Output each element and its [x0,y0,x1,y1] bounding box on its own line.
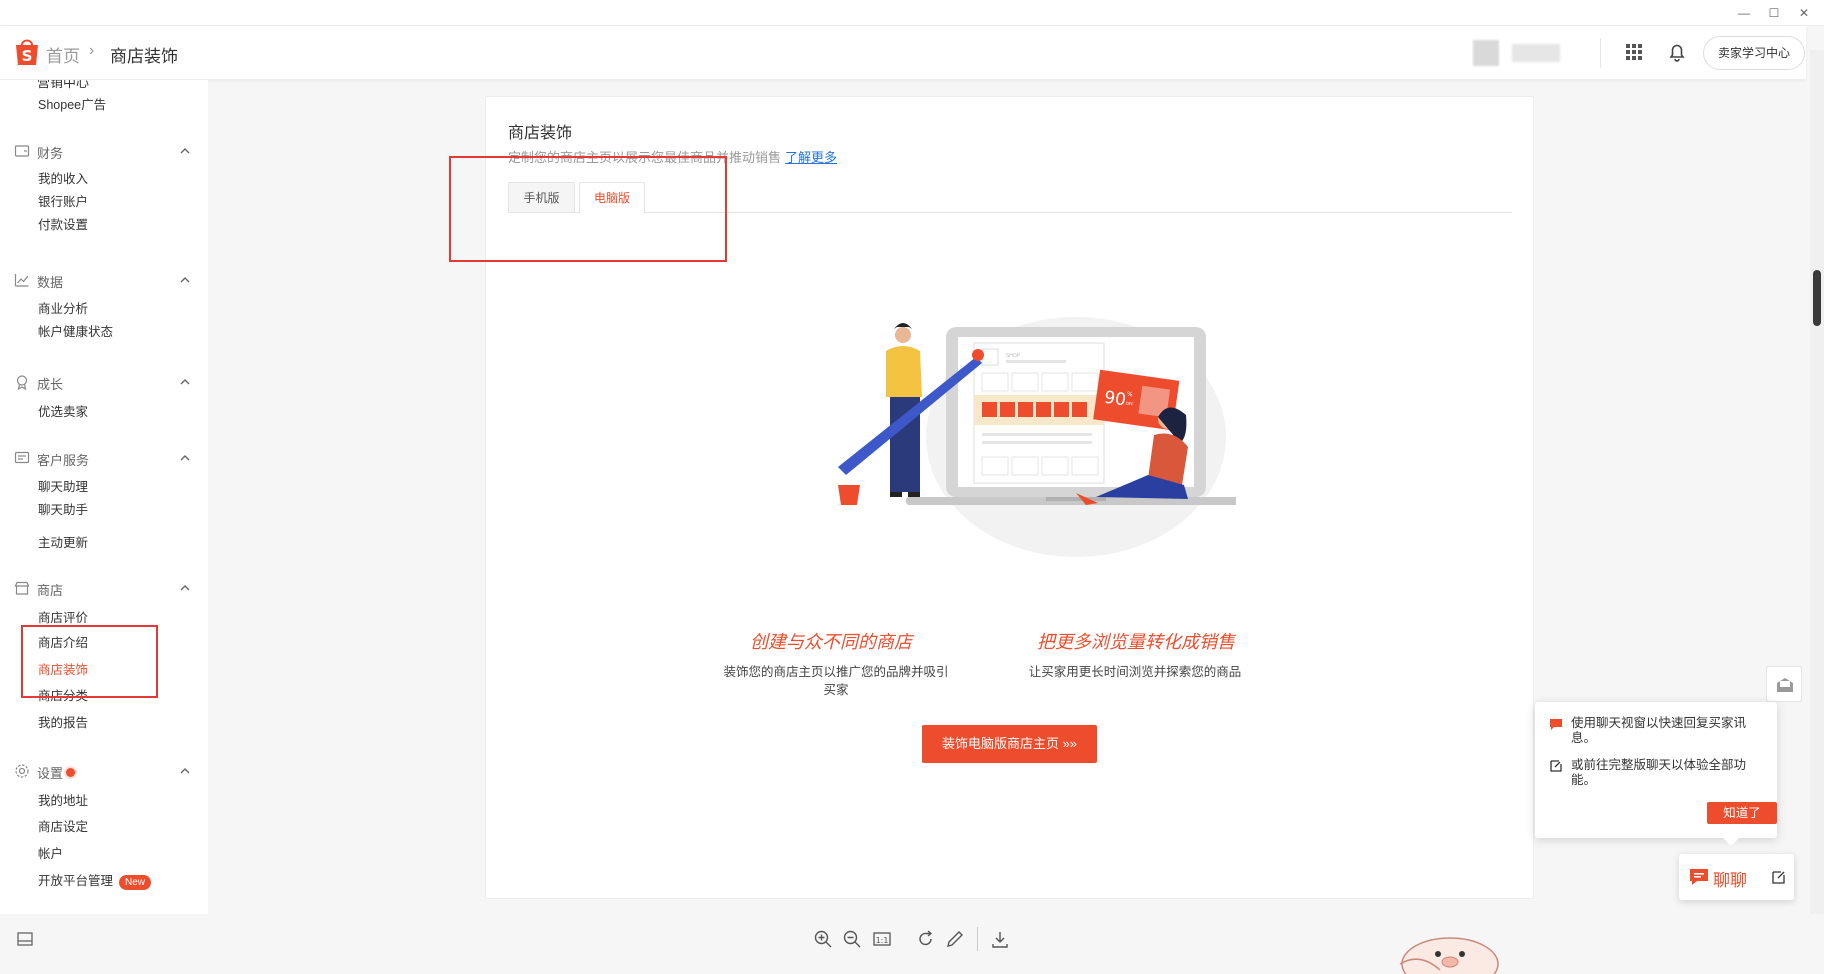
illustration-discount-value: 90 [1103,388,1127,411]
avatar[interactable] [1473,40,1499,66]
username-blurred[interactable] [1512,44,1560,62]
sidebar: 营销中心 Shopee广告 财务 我的收入 银行账户 付款设置 数据 商业分析 … [0,80,208,914]
expand-chat-icon[interactable] [1771,869,1787,885]
sidebar-item-business-insights[interactable]: 商业分析 [38,298,88,317]
growth-icon [16,375,28,390]
maximize-icon[interactable]: ☐ [1760,3,1788,23]
sidebar-group-label: 客户服务 [37,453,90,468]
chart-icon [14,274,29,287]
settings-icon [15,764,29,778]
chevron-up-icon[interactable] [178,273,192,287]
sidebar-item-chat-helper[interactable]: 聊天助手 [38,499,88,518]
sidebar-group-label: 设置 [37,763,76,782]
page-scrollbar[interactable] [1810,50,1824,914]
zoom-out-icon[interactable] [842,929,862,949]
feature-desc-unique: 装饰您的商店主页以推广您的品牌并吸引 买家 [723,665,949,697]
chevron-up-icon[interactable] [178,581,192,595]
external-window-icon [1550,760,1562,772]
breadcrumb-home[interactable]: 首页 [46,42,80,67]
sidebar-item-open-platform[interactable]: 开放平台管理 New [38,870,152,890]
breadcrumb-separator: › [89,42,95,59]
panel-toggle-icon[interactable] [16,930,34,948]
sidebar-item-my-address[interactable]: 我的地址 [38,790,88,809]
sidebar-item-account-health[interactable]: 帐户健康状态 [38,321,113,340]
svg-text:1:1: 1:1 [876,936,889,945]
top-header: S 首页 › 商店装饰 卖家学习中心 [0,26,1806,80]
chat-icon [1690,869,1708,885]
feature-title-convert: 把更多浏览量转化成销售 [1037,632,1235,652]
chevron-up-icon[interactable] [178,764,192,778]
rotate-icon[interactable] [916,929,936,949]
scrollbar-thumb[interactable] [1813,270,1821,326]
sidebar-group-label: 财务 [37,146,64,161]
tooltip-arrow [1723,838,1739,846]
annotation-box-tabs [449,156,727,262]
download-icon[interactable] [990,929,1010,949]
shopee-logo-icon[interactable]: S [14,36,40,66]
feature-desc-convert: 让买家用更长时间浏览并探索您的商品 [1028,665,1242,679]
svg-text:S: S [22,47,33,65]
finance-icon [14,145,30,157]
close-icon[interactable]: ✕ [1790,3,1818,23]
sidebar-item-proactive-update[interactable]: 主动更新 [38,532,88,551]
illustration-shop-label: SHOP [1006,353,1020,359]
page-title: 商店装饰 [508,125,573,142]
breadcrumb-current: 商店装饰 [110,47,178,66]
sidebar-item-payment-settings[interactable]: 付款设置 [38,214,88,233]
seller-learning-center-button[interactable]: 卖家学习中心 [1703,36,1805,70]
sidebar-item-cut[interactable]: 营销中心 [37,80,89,91]
edit-pen-icon[interactable] [945,929,965,949]
sidebar-item-shop-settings[interactable]: 商店设定 [38,816,88,835]
sidebar-item-preferred-seller[interactable]: 优选卖家 [38,401,88,420]
chevron-up-icon[interactable] [178,451,192,465]
sidebar-item-shop-rating[interactable]: 商店评价 [38,607,88,626]
shop-icon [14,581,30,595]
actual-size-icon[interactable]: 1:1 [872,929,892,949]
chat-tip-popup: 使用聊天视窗以快速回复买家讯息。 或前往完整版聊天以体验全部功能。 知道了 [1535,702,1777,846]
sidebar-item-my-income[interactable]: 我的收入 [38,168,88,187]
sidebar-group-label: 数据 [37,275,64,290]
shop-decoration-illustration: SHOP 90 % OFF [838,317,1236,557]
chevron-up-icon[interactable] [178,375,192,389]
service-icon [14,451,30,464]
chevron-up-icon[interactable] [178,144,192,158]
learn-more-link[interactable]: 了解更多 [785,150,837,165]
header-divider [1600,38,1601,68]
annotation-box-sidebar [21,625,158,698]
mascot-sticker [1399,937,1499,974]
chat-button[interactable]: 聊聊 [1679,854,1794,900]
sidebar-item-bank-account[interactable]: 银行账户 [38,191,88,210]
minimize-icon[interactable]: — [1730,3,1758,23]
feature-title-unique: 创建与众不同的商店 [750,632,912,652]
zoom-in-icon[interactable] [813,929,833,949]
sidebar-footer [0,914,208,974]
floating-message-button[interactable] [1766,666,1802,702]
sidebar-item-shopee-ads[interactable]: Shopee广告 [38,94,106,113]
sidebar-item-my-report[interactable]: 我的报告 [38,712,88,731]
window-titlebar: — ☐ ✕ [0,0,1824,26]
inbox-icon [1777,678,1793,692]
new-badge: New [119,875,152,890]
sidebar-group-label: 成长 [37,377,64,392]
got-it-button[interactable]: 知道了 [1707,802,1777,824]
sidebar-item-chat-assistant[interactable]: 聊天助理 [38,476,88,495]
notification-dot [66,768,76,777]
chat-bubble-icon [1550,719,1562,730]
sidebar-item-account[interactable]: 帐户 [38,843,63,862]
apps-grid-icon[interactable] [1622,40,1646,64]
bell-icon[interactable] [1665,40,1689,64]
toolbar-divider [977,927,978,951]
sidebar-group-label: 商店 [37,583,64,598]
decorate-desktop-shop-button[interactable]: 装饰电脑版商店主页 »» [922,725,1097,763]
chat-label: 聊聊 [1713,871,1747,890]
